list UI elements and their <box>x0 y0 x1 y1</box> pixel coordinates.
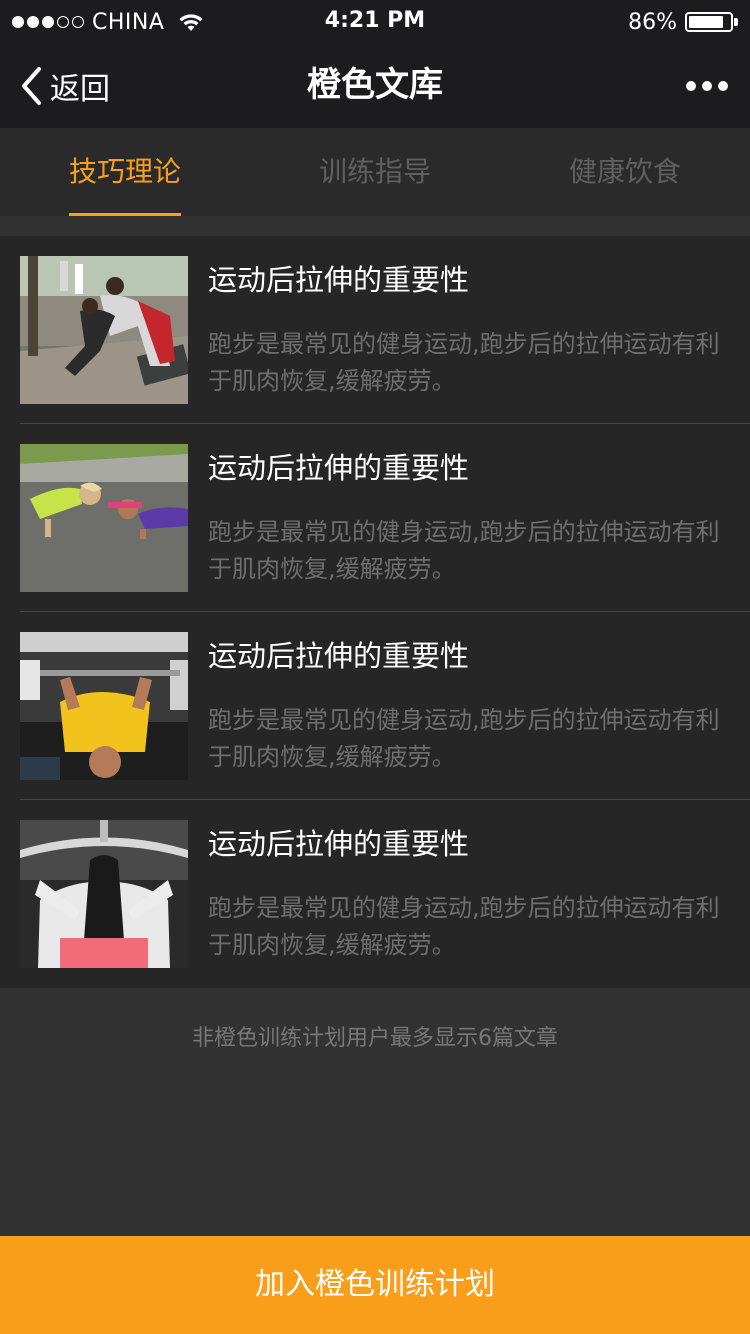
stretching-photo-image <box>20 256 188 404</box>
tab-diet[interactable]: 健康饮食 <box>500 128 750 216</box>
more-dot-icon <box>686 81 696 91</box>
battery-tip <box>734 18 738 26</box>
article-desc: 跑步是最常见的健身运动,跑步后的拉伸运动有利于肌肉恢复,缓解疲劳。 <box>208 330 720 395</box>
tab-training[interactable]: 训练指导 <box>250 128 500 216</box>
tab-label: 技巧理论 <box>68 155 181 188</box>
battery-group: 86% <box>628 8 738 36</box>
battery-percent: 86% <box>628 9 677 35</box>
bench-press-photo-image <box>20 632 188 780</box>
status-bar: CHINA 4:21 PM 86% <box>0 0 750 44</box>
article-desc: 跑步是最常见的健身运动,跑步后的拉伸运动有利于肌肉恢复,缓解疲劳。 <box>208 706 720 771</box>
more-dot-icon <box>702 81 712 91</box>
article-title: 运动后拉伸的重要性 <box>208 827 470 861</box>
join-plan-button[interactable]: 加入橙色训练计划 <box>0 1236 750 1334</box>
battery-icon <box>685 12 733 32</box>
article-item[interactable]: 运动后拉伸的重要性 跑步是最常见的健身运动,跑步后的拉伸运动有利于肌肉恢复,缓解… <box>0 424 750 612</box>
tab-bar: 技巧理论 训练指导 健康饮食 <box>0 128 750 216</box>
article-item[interactable]: 运动后拉伸的重要性 跑步是最常见的健身运动,跑步后的拉伸运动有利于肌肉恢复,缓解… <box>0 800 750 988</box>
article-thumbnail <box>20 820 188 968</box>
article-title: 运动后拉伸的重要性 <box>208 451 470 485</box>
screen: CHINA 4:21 PM 86% 返回 橙色文库 技巧理论 训练指导 健康饮食… <box>0 0 750 1334</box>
pushup-photo-image <box>20 444 188 592</box>
article-desc: 跑步是最常见的健身运动,跑步后的拉伸运动有利于肌肉恢复,缓解疲劳。 <box>208 894 720 959</box>
tab-techniques[interactable]: 技巧理论 <box>0 128 250 216</box>
article-title: 运动后拉伸的重要性 <box>208 263 470 297</box>
footer-note: 非橙色训练计划用户最多显示6篇文章 <box>192 1026 558 1051</box>
article-desc: 跑步是最常见的健身运动,跑步后的拉伸运动有利于肌肉恢复,缓解疲劳。 <box>208 518 720 583</box>
lat-pulldown-photo-image <box>20 820 188 968</box>
tab-active-indicator <box>69 213 181 216</box>
article-list: 运动后拉伸的重要性 跑步是最常见的健身运动,跑步后的拉伸运动有利于肌肉恢复,缓解… <box>0 236 750 988</box>
more-dot-icon <box>718 81 728 91</box>
nav-bar: 返回 橙色文库 <box>0 44 750 128</box>
more-button[interactable] <box>680 74 728 98</box>
article-item[interactable]: 运动后拉伸的重要性 跑步是最常见的健身运动,跑步后的拉伸运动有利于肌肉恢复,缓解… <box>0 236 750 424</box>
article-thumbnail <box>20 256 188 404</box>
tab-label: 训练指导 <box>318 155 431 188</box>
article-title: 运动后拉伸的重要性 <box>208 639 470 673</box>
page-title: 橙色文库 <box>307 65 443 105</box>
article-thumbnail <box>20 444 188 592</box>
article-thumbnail <box>20 632 188 780</box>
battery-fill <box>689 16 724 28</box>
tab-label: 健康饮食 <box>568 155 681 188</box>
article-item[interactable]: 运动后拉伸的重要性 跑步是最常见的健身运动,跑步后的拉伸运动有利于肌肉恢复,缓解… <box>0 612 750 800</box>
